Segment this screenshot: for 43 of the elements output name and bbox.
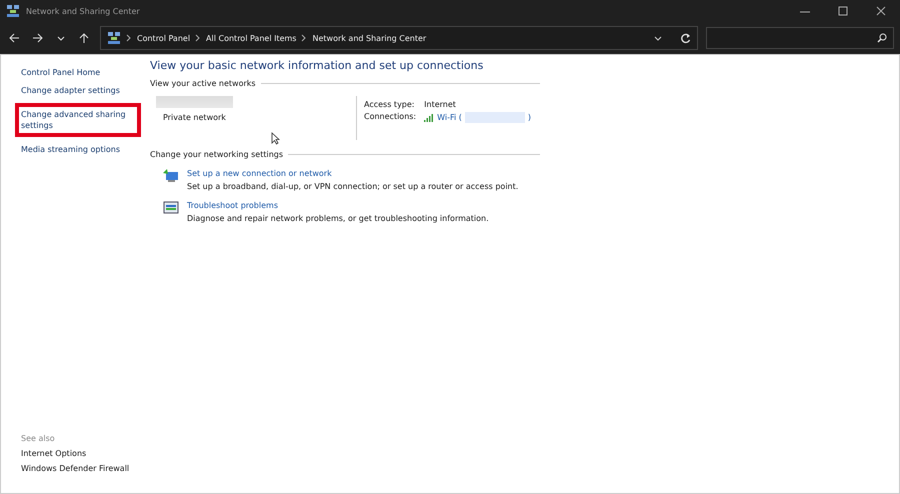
sidebar-link[interactable]: Change adapter settings	[21, 85, 121, 96]
sidebar-link[interactable]: Media streaming options	[21, 144, 121, 155]
connections-label: Connections:	[364, 112, 416, 123]
connection-link-end[interactable]: )	[528, 113, 532, 122]
section-title: Change your networking settings	[150, 150, 284, 159]
see-also-link[interactable]: Internet Options	[21, 449, 141, 458]
arrow-left-icon	[8, 32, 20, 44]
window-title: Network and Sharing Center	[26, 6, 141, 16]
task-description: Diagnose and repair network problems, or get troubleshooting information.	[187, 214, 489, 223]
page-heading: View your basic network information and set up connections	[150, 59, 484, 72]
access-type-value: Internet	[424, 100, 457, 109]
location-icon	[107, 31, 121, 45]
task-link[interactable]: Set up a new connection or network	[187, 169, 518, 178]
chevron-right-icon	[195, 34, 202, 42]
connection-link[interactable]: Wi-Fi (	[437, 113, 462, 122]
network-setup-icon	[163, 169, 179, 184]
task-description: Set up a broadband, dial-up, or VPN connection; or set up a router or access point.	[187, 182, 518, 191]
search-icon	[877, 33, 887, 43]
close-icon[interactable]	[876, 6, 886, 16]
maximize-icon[interactable]	[838, 6, 848, 16]
chevron-right-icon	[301, 34, 308, 42]
mouse-cursor-icon	[270, 132, 280, 145]
arrow-right-icon	[32, 32, 44, 44]
breadcrumb-item[interactable]: Network and Sharing Center	[312, 34, 426, 42]
see-also-link[interactable]: Windows Defender Firewall	[21, 464, 141, 473]
signal-icon	[424, 114, 434, 122]
task-link[interactable]: Troubleshoot problems	[187, 201, 489, 210]
address-bar[interactable]: Control Panel All Control Panel Items Network and Sharing Center	[100, 26, 698, 50]
sidebar-link[interactable]: Change advanced sharing settings	[15, 103, 141, 137]
search-field[interactable]	[706, 27, 894, 49]
section-title: View your active networks	[150, 79, 256, 88]
app-icon	[6, 4, 20, 18]
see-also-title: See also	[21, 434, 56, 443]
refresh-icon[interactable]	[680, 32, 691, 44]
network-category: Private network	[163, 113, 226, 124]
breadcrumb-item[interactable]: All Control Panel Items	[206, 34, 296, 42]
sidebar-link[interactable]: Control Panel Home	[21, 67, 121, 78]
arrow-up-icon	[78, 32, 90, 44]
breadcrumb-item[interactable]: Control Panel	[137, 34, 190, 42]
redacted-ssid	[464, 112, 525, 123]
chevron-right-icon	[126, 34, 132, 42]
troubleshoot-icon	[163, 201, 179, 215]
access-type-label: Access type:	[364, 100, 416, 109]
